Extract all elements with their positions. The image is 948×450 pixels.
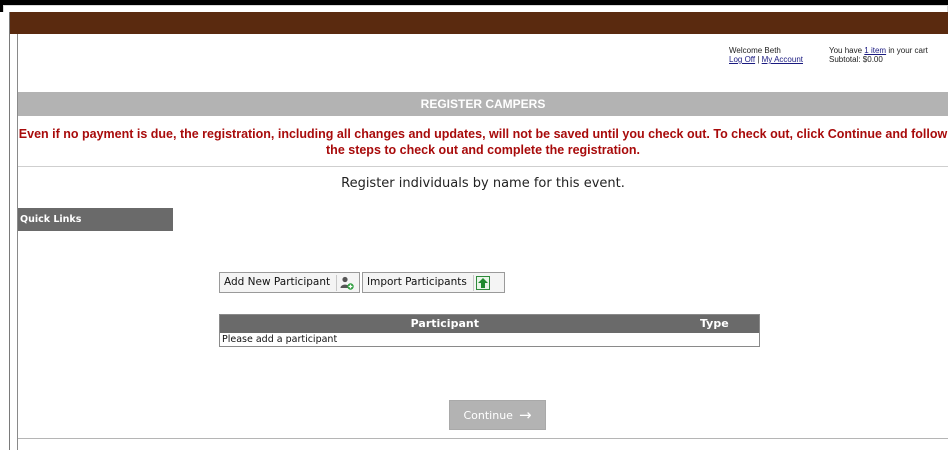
bottom-divider <box>18 438 948 439</box>
left-rail-line <box>9 12 10 450</box>
cart-items-link[interactable]: 1 item <box>864 46 886 55</box>
continue-button[interactable]: Continue → <box>449 400 546 430</box>
account-links: Welcome Beth Log Off | My Account <box>729 46 803 64</box>
add-new-participant-button[interactable]: Add New Participant <box>219 272 360 293</box>
quick-links-header[interactable]: Quick Links <box>18 208 173 231</box>
participant-table: Participant Type Please add a participan… <box>219 314 760 347</box>
table-header-row: Participant Type <box>219 314 760 333</box>
browser-frame: Welcome Beth Log Off | My Account You ha… <box>0 0 948 450</box>
import-participants-label: Import Participants <box>367 276 467 288</box>
divider <box>18 166 948 167</box>
cart-prefix: You have <box>829 46 865 55</box>
arrow-right-icon: → <box>518 405 532 424</box>
add-person-icon <box>336 274 354 291</box>
my-account-link[interactable]: My Account <box>762 55 803 64</box>
continue-label: Continue <box>463 408 513 422</box>
empty-table-message: Please add a participant <box>222 333 338 345</box>
log-off-link[interactable]: Log Off <box>729 55 755 64</box>
add-participant-label: Add New Participant <box>224 276 331 288</box>
table-row: Please add a participant <box>220 333 760 347</box>
left-rail <box>0 12 18 450</box>
type-column-header: Type <box>669 314 760 333</box>
import-participants-button[interactable]: Import Participants <box>362 272 505 293</box>
main-content: Welcome Beth Log Off | My Account You ha… <box>18 34 948 450</box>
section-title: REGISTER CAMPERS <box>18 92 948 116</box>
header-band <box>10 12 948 34</box>
welcome-text: Welcome Beth <box>729 46 781 55</box>
account-separator: | <box>757 55 760 64</box>
checkout-warning: Even if no payment is due, the registrat… <box>18 127 948 157</box>
cart-suffix: in your cart <box>886 46 928 55</box>
participant-column-header: Participant <box>219 314 670 333</box>
upload-arrow-icon <box>472 274 491 291</box>
cart-summary: You have 1 item in your cart Subtotal: $… <box>829 46 928 64</box>
cart-subtotal: Subtotal: $0.00 <box>829 55 883 64</box>
instruction-text: Register individuals by name for this ev… <box>341 176 625 191</box>
